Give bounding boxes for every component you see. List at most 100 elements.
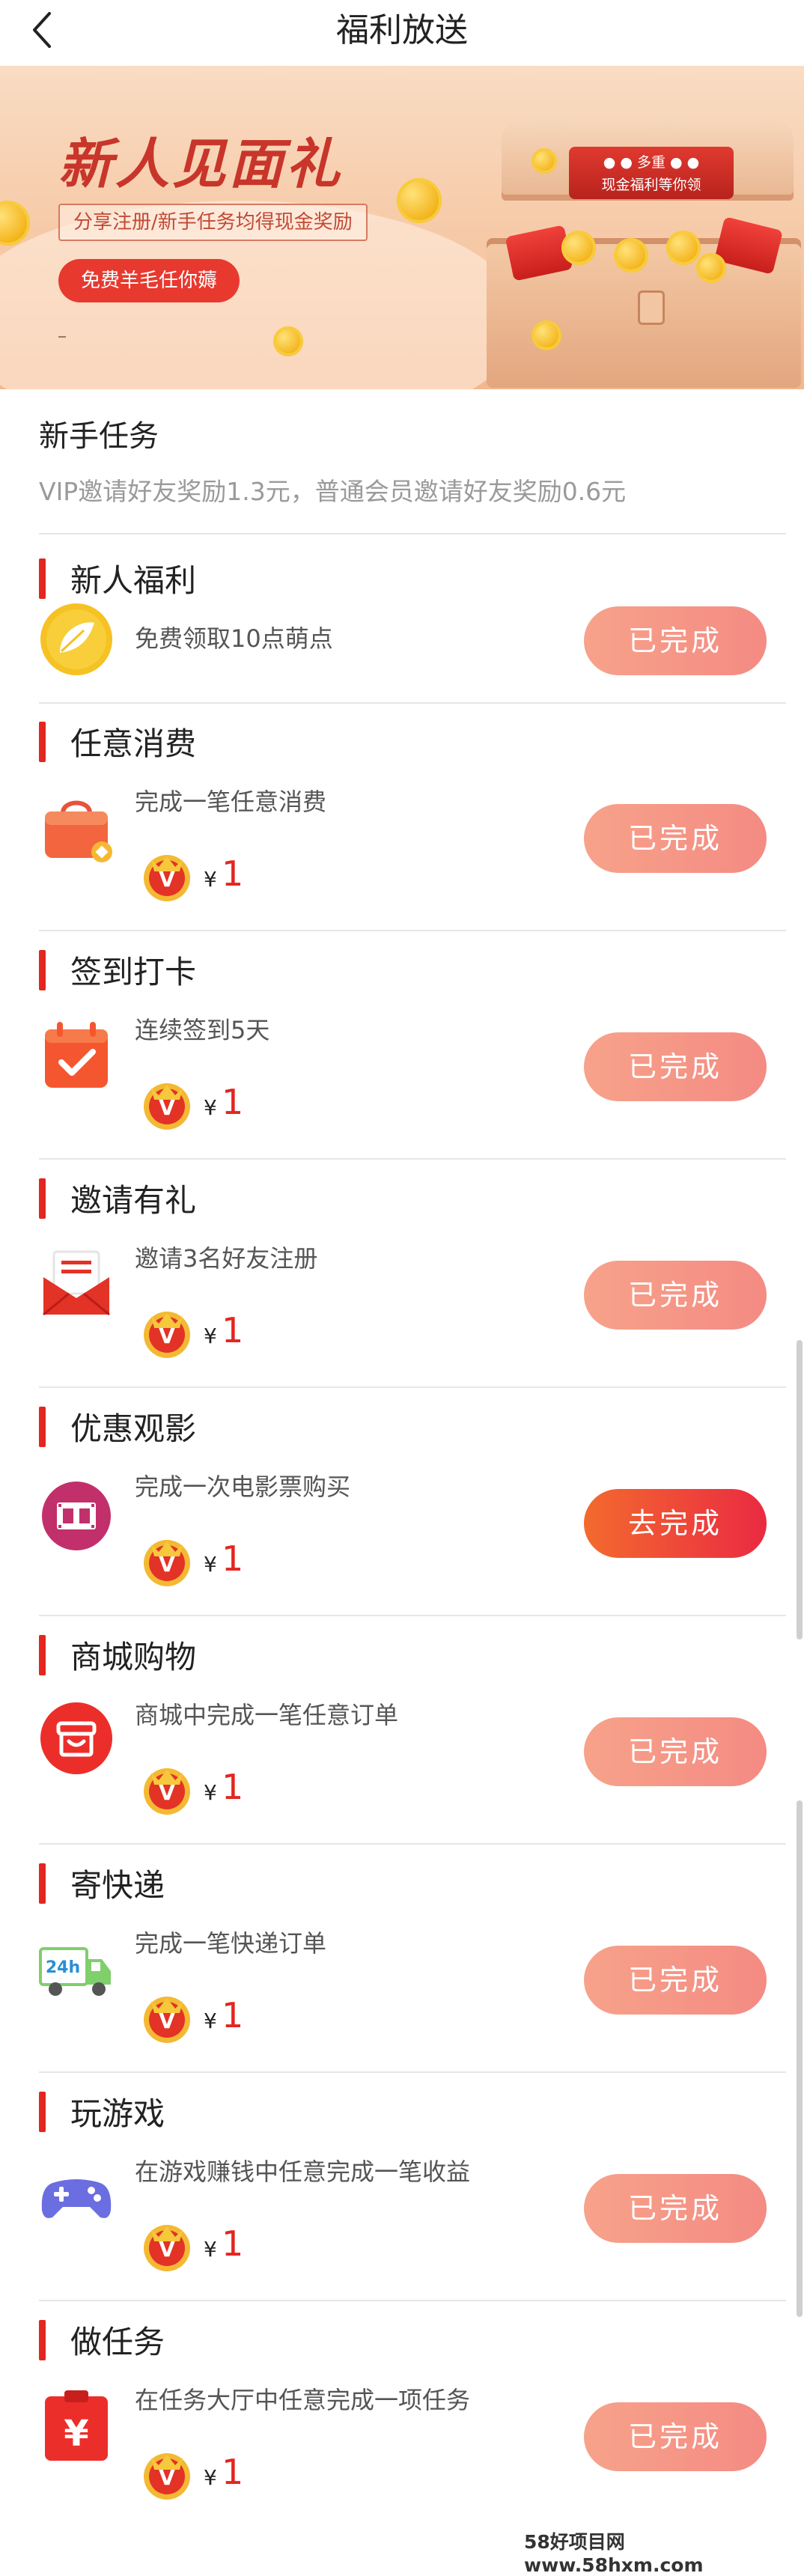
task-description: 完成一次电影票购买 <box>135 1473 351 1501</box>
promo-banner[interactable]: 新人见面礼 分享注册/新手任务均得现金奖励 免费羊毛任你薅 ● ● 多重 ● ●… <box>0 66 804 389</box>
task-title: 做任务 <box>70 2324 165 2360</box>
section-divider <box>39 533 786 535</box>
chest-sign: ● ● 多重 ● ● 现金福利等你领 <box>569 147 734 199</box>
task-complete-button[interactable]: 已完成 <box>584 1032 767 1101</box>
reward-amount: 1 <box>222 1310 244 1351</box>
task-divider <box>39 2071 786 2073</box>
yen-symbol: ¥ <box>204 1095 217 1120</box>
task-card-check-in: 签到打卡 连续签到5天 V ¥ 1 已完成 <box>0 932 804 1160</box>
task-go-button[interactable]: 去完成 <box>584 1489 767 1558</box>
task-divider <box>39 2300 786 2301</box>
leaf-coin-icon <box>40 603 112 675</box>
coin-icon <box>532 320 561 350</box>
task-title: 优惠观影 <box>70 1410 197 1447</box>
treasure-chest-illustration: ● ● 多重 ● ● 现金福利等你领 <box>472 118 801 388</box>
task-card-mall-shopping: 商城购物 商城中完成一笔任意订单 V ¥ 1 已完成 <box>0 1617 804 1845</box>
vip-badge-icon: V <box>144 2225 190 2271</box>
film-icon <box>42 1482 111 1550</box>
vip-badge-icon: V <box>144 2453 190 2500</box>
task-card-invite: 邀请有礼 邀请3名好友注册 V ¥ 1 已完成 <box>0 1160 804 1388</box>
svg-text:V: V <box>159 2237 175 2262</box>
task-description: 商城中完成一笔任意订单 <box>135 1701 399 1729</box>
task-title: 邀请有礼 <box>70 1182 197 1219</box>
task-divider <box>39 1386 786 1388</box>
scrollbar[interactable] <box>797 1340 803 1639</box>
coin-icon <box>273 326 303 356</box>
banner-tag <box>58 336 66 338</box>
task-accent-bar <box>39 1407 46 1447</box>
coin-icon <box>696 253 726 283</box>
coin-icon <box>532 148 557 174</box>
task-card-movie: 优惠观影 完成一次电影票购买 V ¥ 1 去完成 <box>0 1389 804 1616</box>
task-card-any-purchase: 任意消费 完成一笔任意消费 V ¥ 1 已完成 <box>0 704 804 931</box>
task-title: 玩游戏 <box>70 2095 165 2132</box>
svg-text:V: V <box>159 867 175 892</box>
yen-symbol: ¥ <box>204 2237 217 2262</box>
task-complete-button[interactable]: 已完成 <box>584 1261 767 1330</box>
page-title: 福利放送 <box>336 11 468 49</box>
reward-amount: 1 <box>222 1995 244 2035</box>
task-title: 签到打卡 <box>70 954 197 990</box>
yen-symbol: ¥ <box>204 1552 217 1577</box>
task-accent-bar <box>39 950 46 990</box>
section-title: 新手任务 <box>39 419 159 454</box>
svg-text:V: V <box>159 2009 175 2033</box>
vip-badge-icon: V <box>144 1997 190 2043</box>
task-divider <box>39 1615 786 1616</box>
scrollbar[interactable] <box>797 1800 803 2317</box>
task-description: 完成一笔任意消费 <box>135 788 327 816</box>
task-card-express: 寄快递 24h 完成一笔快递订单 V ¥ 1 已完成 <box>0 1845 804 2073</box>
task-description: 免费领取10点萌点 <box>135 624 333 653</box>
task-complete-button[interactable]: 已完成 <box>584 2174 767 2243</box>
chest-sign-line1: ● ● 多重 ● ● <box>603 154 700 171</box>
task-title: 任意消费 <box>70 725 197 762</box>
task-complete-button[interactable]: 已完成 <box>584 804 767 873</box>
top-bar: 福利放送 <box>0 0 804 66</box>
vip-badge-icon: V <box>144 1768 190 1815</box>
calendar-check-icon <box>45 1022 108 1088</box>
svg-text:V: V <box>159 1095 175 1120</box>
task-title: 新人福利 <box>70 562 197 599</box>
coin-icon <box>0 201 30 246</box>
coin-icon <box>614 238 648 272</box>
task-accent-bar <box>39 722 46 762</box>
task-description: 在游戏赚钱中任意完成一笔收益 <box>135 2158 471 2186</box>
yen-symbol: ¥ <box>204 1324 217 1348</box>
task-description: 完成一笔快递订单 <box>135 1929 327 1958</box>
task-accent-bar <box>39 1863 46 1904</box>
section-description: VIP邀请好友奖励1.3元，普通会员邀请好友奖励0.6元 <box>39 477 627 506</box>
reward-amount: 1 <box>222 2452 244 2492</box>
task-description: 在任务大厅中任意完成一项任务 <box>135 2386 471 2414</box>
task-title: 商城购物 <box>70 1639 197 1675</box>
task-card-do-tasks: 做任务 ¥ 在任务大厅中任意完成一项任务 V ¥ 1 已完成 <box>0 2302 804 2527</box>
store-icon <box>40 1702 112 1774</box>
reward-amount: 1 <box>222 2223 244 2264</box>
task-accent-bar <box>39 558 46 599</box>
svg-text:V: V <box>159 1324 175 1348</box>
chest-sign-line2: 现金福利等你领 <box>601 177 701 193</box>
task-complete-button[interactable]: 已完成 <box>584 606 767 675</box>
task-card-play-games: 玩游戏 在游戏赚钱中任意完成一笔收益 V ¥ 1 已完成 <box>0 2074 804 2301</box>
svg-text:V: V <box>159 2465 175 2490</box>
task-card-new-user: 新人福利 免费领取10点萌点 已完成 <box>0 541 804 704</box>
task-complete-button[interactable]: 已完成 <box>584 1946 767 2015</box>
task-complete-button[interactable]: 已完成 <box>584 2402 767 2471</box>
yen-symbol: ¥ <box>204 2465 217 2490</box>
gamepad-icon <box>41 2179 112 2218</box>
vip-badge-icon: V <box>144 1312 190 1358</box>
svg-text:24h: 24h <box>46 1958 80 1977</box>
task-accent-bar <box>39 2320 46 2360</box>
vip-badge-icon: V <box>144 1540 190 1586</box>
task-complete-button[interactable]: 已完成 <box>584 1717 767 1786</box>
delivery-truck-icon: 24h <box>39 1947 111 1996</box>
banner-subtitle: 分享注册/新手任务均得现金奖励 <box>58 204 368 241</box>
vip-badge-icon: V <box>144 855 190 901</box>
yen-symbol: ¥ <box>204 867 217 892</box>
task-accent-bar <box>39 1178 46 1219</box>
task-money-icon: ¥ <box>45 2390 108 2461</box>
task-accent-bar <box>39 2092 46 2132</box>
task-divider <box>39 1843 786 1845</box>
coin-icon <box>397 178 442 223</box>
vip-badge-icon: V <box>144 1083 190 1130</box>
banner-cta-button[interactable]: 免费羊毛任你薅 <box>58 259 240 302</box>
